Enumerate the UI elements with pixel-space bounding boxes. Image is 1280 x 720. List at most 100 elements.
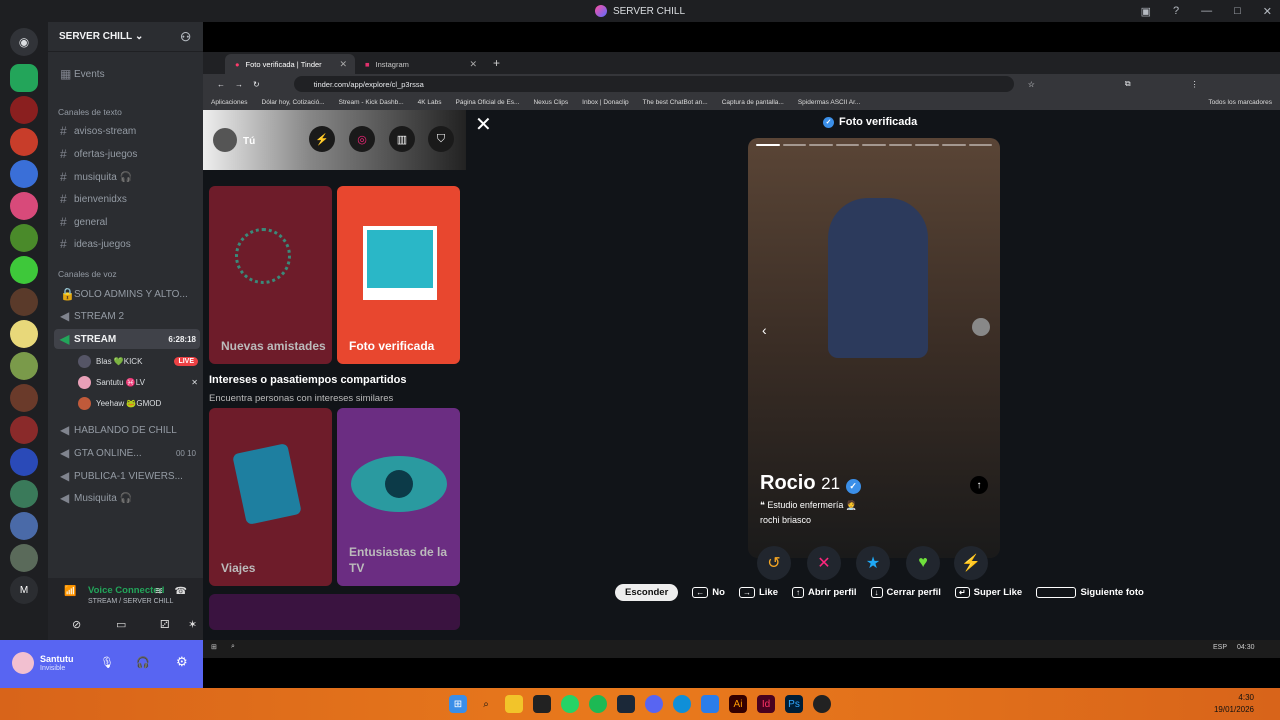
bookmark[interactable]: Spidermas ASCII Ar...	[798, 99, 861, 106]
new-tab-button[interactable]: +	[485, 56, 500, 74]
forward-icon[interactable]: →	[235, 80, 243, 89]
avatar[interactable]	[12, 652, 34, 674]
indesign-icon[interactable]: Id	[757, 695, 775, 713]
server-header[interactable]: SERVER CHILL ⌄ ⚇	[48, 22, 203, 52]
me-label[interactable]: Tú	[243, 136, 255, 147]
back-icon[interactable]: ←	[217, 80, 225, 89]
tab-tinder[interactable]: ● Foto verificada | Tinder ✕	[225, 54, 355, 74]
server-icon[interactable]	[10, 288, 38, 316]
channel-item[interactable]: # general	[54, 212, 200, 232]
voice-channel[interactable]: 🔒 SOLO ADMINS Y ALTO...	[54, 284, 200, 304]
voice-user[interactable]: Santutu ♓LV ✕	[78, 372, 198, 392]
close-icon[interactable]: ✕	[475, 112, 492, 137]
bookmark[interactable]: Captura de pantalla...	[722, 99, 784, 106]
bookmark[interactable]: 4K Labs	[418, 99, 442, 106]
close-tab-icon[interactable]: ✕	[339, 59, 347, 70]
server-icon[interactable]	[10, 320, 38, 348]
tab-instagram[interactable]: ■ Instagram ✕	[355, 54, 485, 74]
bookmark-star-icon[interactable]: ☆	[1028, 80, 1035, 89]
shield-icon[interactable]: ⛉	[428, 126, 454, 152]
server-icon[interactable]	[10, 480, 38, 508]
steam-icon[interactable]	[617, 695, 635, 713]
voice-user[interactable]: Yeehaw 🐸GMOD	[78, 393, 198, 413]
card-partial[interactable]	[209, 594, 460, 630]
channel-item[interactable]: # ideas-juegos	[54, 234, 200, 254]
gift-icon[interactable]: ▥	[389, 126, 415, 152]
app-icon[interactable]	[533, 695, 551, 713]
card-verified-photo[interactable]: Foto verificada	[337, 186, 460, 364]
headphones-icon[interactable]: 🎧	[136, 656, 150, 669]
voice-user[interactable]: Blas 💚KICK LIVE	[78, 351, 198, 371]
voice-channel[interactable]: ◀ STREAM 2	[54, 306, 200, 326]
user-name[interactable]: Santutu	[40, 654, 74, 664]
discord-home-icon[interactable]: ◉	[10, 28, 38, 56]
close-tab-icon[interactable]: ✕	[469, 59, 477, 70]
server-icon[interactable]	[10, 512, 38, 540]
inbox-icon[interactable]: ▣	[1141, 5, 1151, 18]
maximize-button[interactable]: □	[1234, 5, 1241, 17]
server-icon[interactable]	[10, 128, 38, 156]
url-field[interactable]: tinder.com/app/explore/cl_p3rssa	[293, 76, 1014, 92]
menu-icon[interactable]: ⋮	[1191, 80, 1199, 89]
illustrator-icon[interactable]: Ai	[729, 695, 747, 713]
super-like-button[interactable]: ★	[856, 546, 890, 580]
close-window-button[interactable]: ✕	[1263, 5, 1272, 18]
channel-item[interactable]: # avisos-stream	[54, 121, 200, 141]
chrome-icon[interactable]	[813, 695, 831, 713]
camera-off-icon[interactable]: ⊘	[72, 618, 81, 631]
boost-icon[interactable]: ⚡	[309, 126, 335, 152]
whatsapp-icon[interactable]	[561, 695, 579, 713]
photoshop-icon[interactable]: Ps	[785, 695, 803, 713]
voice-channel[interactable]: ◀ HABLANDO DE CHILL	[54, 420, 200, 440]
server-icon[interactable]	[10, 192, 38, 220]
windows-start-icon[interactable]: ⊞	[211, 643, 217, 651]
soundboard-icon[interactable]: ✶	[188, 618, 197, 631]
channel-item[interactable]: # ofertas-juegos	[54, 144, 200, 164]
voice-channel[interactable]: ◀ PUBLICA-1 VIEWERS...	[54, 466, 200, 486]
voice-channel-active[interactable]: ◀ STREAM 6:28:18	[54, 329, 200, 349]
card-new-friends[interactable]: Nuevas amistades	[209, 186, 332, 364]
avatar[interactable]	[213, 128, 237, 152]
add-member-icon[interactable]: ⚇	[180, 30, 191, 44]
bookmark[interactable]: Página Oficial de Es...	[456, 99, 520, 106]
system-clock[interactable]: 4:30 19/01/2026	[1214, 692, 1254, 716]
screen-share-icon[interactable]: ▭	[116, 618, 126, 631]
text-category[interactable]: Canales de texto	[58, 107, 122, 117]
prev-photo-icon[interactable]: ‹	[762, 322, 767, 338]
activities-icon[interactable]: ⚂	[160, 618, 170, 631]
nope-button[interactable]: ✕	[807, 546, 841, 580]
hide-button[interactable]: Esconder	[615, 584, 679, 601]
boost-button[interactable]: ⚡	[954, 546, 988, 580]
voice-category[interactable]: Canales de voz	[58, 269, 117, 279]
server-icon[interactable]	[10, 448, 38, 476]
server-icon[interactable]	[10, 256, 38, 284]
server-icon[interactable]	[10, 96, 38, 124]
voice-location[interactable]: STREAM / SERVER CHILL	[88, 598, 173, 605]
server-icon[interactable]	[10, 160, 38, 188]
start-icon[interactable]: ⊞	[449, 695, 467, 713]
server-icon[interactable]	[10, 352, 38, 380]
extensions-icon[interactable]: ⧉	[1125, 79, 1131, 89]
settings-gear-icon[interactable]: ⚙	[176, 654, 188, 670]
channel-item[interactable]: # musiquita 🎧	[54, 167, 200, 187]
bookmark[interactable]: The best ChatBot an...	[643, 99, 708, 106]
bookmark[interactable]: Dólar hoy, Cotizació...	[262, 99, 325, 106]
card-tv[interactable]: Entusiastas de la TV	[337, 408, 460, 586]
discord-icon[interactable]	[645, 695, 663, 713]
bookmark[interactable]: Nexus Clips	[533, 99, 568, 106]
bookmark[interactable]: Stream - Kick Dashb...	[339, 99, 404, 106]
card-travel[interactable]: Viajes	[209, 408, 332, 586]
all-bookmarks[interactable]: Todos los marcadores	[1208, 99, 1280, 106]
voice-channel[interactable]: ◀ Musiquita 🎧	[54, 488, 200, 508]
search-icon[interactable]: ⌕	[231, 643, 235, 651]
channel-item[interactable]: # bienvenidxs	[54, 189, 200, 209]
minimize-button[interactable]: —	[1201, 5, 1212, 17]
rewind-button[interactable]: ↺	[757, 546, 791, 580]
events-item[interactable]: ▦ Events	[54, 64, 200, 84]
reload-icon[interactable]: ↻	[253, 80, 260, 89]
like-button[interactable]: ♥	[906, 546, 940, 580]
explore-icon[interactable]: ◎	[349, 126, 375, 152]
server-icon[interactable]	[10, 384, 38, 412]
open-profile-icon[interactable]: ↑	[970, 476, 988, 494]
next-photo-icon[interactable]	[972, 318, 990, 336]
